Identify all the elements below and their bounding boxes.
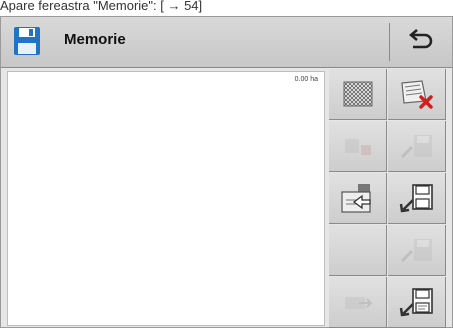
back-button[interactable] bbox=[393, 21, 449, 63]
transfer-button[interactable] bbox=[329, 277, 387, 328]
window-title: Memorie bbox=[64, 31, 126, 48]
memory-window: Memorie 0.00 ha bbox=[0, 16, 453, 328]
save-button[interactable] bbox=[388, 173, 446, 224]
save-disabled-button-2[interactable] bbox=[388, 225, 446, 276]
export-to-usb-icon bbox=[340, 184, 371, 213]
disabled-save-icon bbox=[400, 135, 432, 159]
floppy-disk-icon bbox=[14, 27, 40, 55]
import-button[interactable] bbox=[329, 121, 387, 172]
delete-map-icon bbox=[400, 80, 433, 109]
save-as-button[interactable] bbox=[388, 277, 446, 328]
save-disabled-button-1[interactable] bbox=[388, 121, 446, 172]
area-value: 0.00 ha bbox=[294, 76, 318, 83]
back-arrow-icon bbox=[409, 29, 433, 49]
save-as-icon bbox=[399, 288, 433, 317]
title-bar: Memorie bbox=[1, 17, 452, 68]
pattern-grid-icon bbox=[343, 81, 372, 107]
delete-map-button[interactable] bbox=[388, 69, 446, 120]
disabled-import-icon bbox=[344, 139, 371, 155]
map-view[interactable]: 0.00 ha bbox=[7, 71, 325, 326]
empty-softkey bbox=[329, 225, 387, 276]
save-to-usb-icon bbox=[399, 184, 433, 213]
export-button[interactable] bbox=[329, 173, 387, 224]
disabled-save-icon bbox=[400, 239, 432, 263]
pattern-button[interactable] bbox=[329, 69, 387, 120]
disabled-transfer-icon bbox=[344, 297, 372, 309]
document-caption: Apare fereastra "Memorie": [ → 54] bbox=[0, 0, 203, 13]
title-divider bbox=[389, 23, 390, 61]
